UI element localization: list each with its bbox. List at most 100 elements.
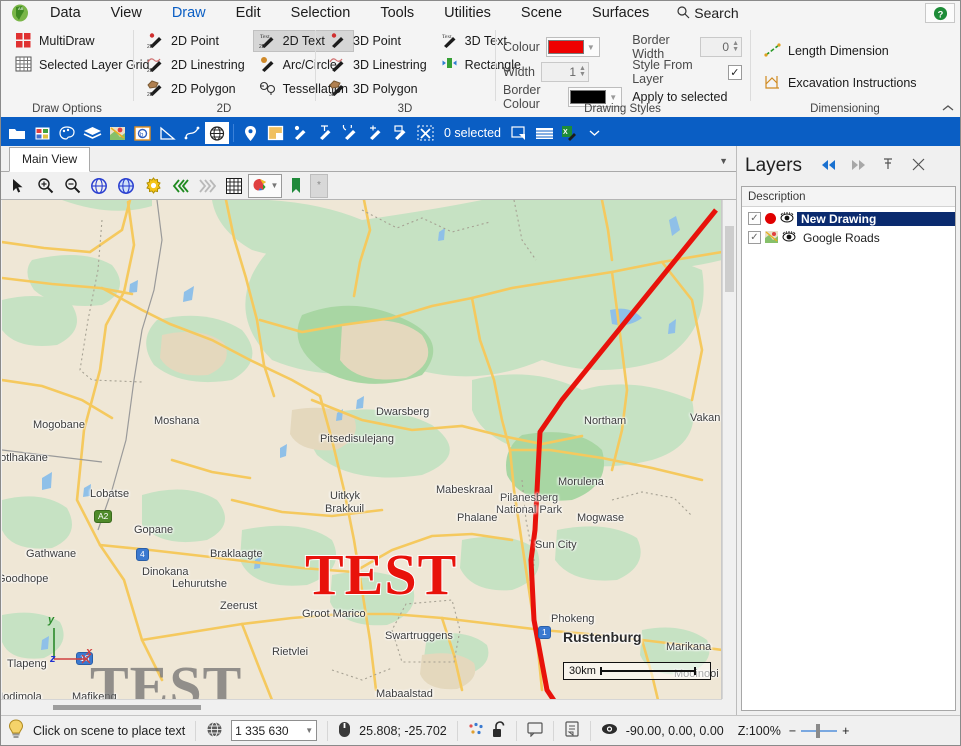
horizontal-scroll-thumb[interactable] [53,705,201,710]
select-scale-icon[interactable] [388,122,412,144]
zoom-out-button[interactable]: − [789,724,796,738]
unlock-icon[interactable] [492,720,506,741]
clear-selection-icon[interactable] [413,122,437,144]
message-icon[interactable] [527,721,543,740]
ribbon-tab-draw[interactable]: Draw [157,2,221,27]
close-icon[interactable] [908,158,928,175]
globe-icon[interactable] [205,122,229,144]
zoom-level-label: Z:100% [737,723,781,738]
ribbon-tab-tools[interactable]: Tools [365,2,429,25]
3d-polygon-button[interactable]: 3D 3D Polygon [323,78,433,100]
table-icon[interactable] [533,122,557,144]
bookmark-icon[interactable] [283,174,309,198]
selection-box-icon[interactable] [508,122,532,144]
text-annotation-red[interactable]: TEST [304,541,457,608]
chevron-down-icon[interactable]: ▼ [305,726,313,735]
eye-icon[interactable] [780,212,794,225]
stepper-arrows-icon[interactable]: ▲ ▼ [732,40,739,53]
spline-icon[interactable] [180,122,204,144]
globe-icon[interactable] [206,721,223,741]
excavation-instructions-button[interactable]: Excavation Instructions [758,72,923,94]
ribbon-tab-surfaces[interactable]: Surfaces [577,2,664,25]
layer-row-new-drawing[interactable]: ✓ New Drawing [742,209,955,228]
map-vertical-scrollbar[interactable] [722,200,736,699]
excel-icon[interactable]: X [558,122,582,144]
select-add-icon[interactable] [363,122,387,144]
select-rotate-icon[interactable] [338,122,362,144]
length-dimension-button[interactable]: Length Dimension [758,40,923,62]
ribbon-collapse-button[interactable] [942,103,954,115]
map-canvas[interactable]: Mogobane Moshana Lotlhakane Lobatse Gopane Ga… [2,200,722,699]
zoom-in-button[interactable]: + [842,724,849,738]
road-shield-1: 1 [538,626,551,639]
colour-picker[interactable]: ▼ [545,37,600,57]
pin-icon[interactable] [238,122,262,144]
style-from-layer-checkbox[interactable]: ✓ [727,64,742,80]
3d-point-button[interactable]: 3D Point [323,30,433,52]
star-icon[interactable]: * [310,173,328,198]
layer-visibility-checkbox[interactable]: ✓ [748,231,761,244]
globe-blue-icon[interactable] [86,174,112,198]
style-from-layer-row[interactable]: Style From Layer ✓ [632,58,742,86]
zoom-slider[interactable]: − + [789,723,849,738]
ribbon-tab-utilities[interactable]: Utilities [429,2,506,25]
map-horizontal-scrollbar[interactable] [1,699,722,715]
2d-point-button[interactable]: 2D 2D Point [141,30,251,52]
border-width-stepper[interactable]: 0 ▲ ▼ [700,37,742,57]
width-stepper[interactable]: 1 ▲ ▼ [540,62,589,82]
ribbon-tab-view[interactable]: View [96,2,157,25]
zoom-in-icon[interactable] [32,174,58,198]
snap-points-icon[interactable] [468,722,484,739]
view-tab-overflow-chevron-down-icon[interactable]: ▼ [719,156,728,166]
zoom-slider-track[interactable] [801,723,838,738]
point-3d-icon [329,32,348,50]
vertical-scroll-thumb[interactable] [725,226,734,292]
3d-linestring-button[interactable]: 3D Linestring [323,54,433,76]
layers-icon[interactable] [80,122,104,144]
page-icon[interactable] [263,122,287,144]
palette-icon[interactable] [55,122,79,144]
google-map-icon[interactable] [105,122,129,144]
pin-icon[interactable] [878,157,898,175]
layer-visibility-checkbox[interactable]: ✓ [748,212,761,225]
collapse-left-icon[interactable] [818,158,838,175]
text-annotation-gray[interactable]: TEST [90,653,242,699]
select-move-icon[interactable] [313,122,337,144]
ribbon-tab-selection[interactable]: Selection [276,2,366,25]
triangle-icon[interactable] [155,122,179,144]
2d-linestring-button[interactable]: 2D 2D Linestring [141,54,251,76]
scale-combo[interactable]: 1 335 630 ▼ [231,720,318,741]
rewind-icon[interactable] [167,174,193,198]
gear-icon[interactable] [140,174,166,198]
select-point-icon[interactable] [288,122,312,144]
fast-forward-icon[interactable] [194,174,220,198]
stepper-arrows-icon[interactable]: ▲ ▼ [579,65,586,78]
toolbar-overflow-chevron-down-icon[interactable] [583,122,607,144]
chevron-down-icon[interactable]: ▼ [271,181,279,190]
chevron-down-icon[interactable]: ▼ [606,93,620,102]
database-icon[interactable] [30,122,54,144]
note-icon[interactable] [564,721,580,740]
2d-polygon-button[interactable]: 2D 2D Polygon [141,78,251,100]
ribbon-tab-data[interactable]: Data [35,2,96,25]
cursor-icon[interactable] [5,174,31,198]
palette-dropdown-button[interactable]: ▼ [248,173,282,198]
globe-blue-alt-icon[interactable] [113,174,139,198]
ribbon-tab-edit[interactable]: Edit [221,2,276,25]
axis-label-x: x [86,646,93,658]
eye-icon[interactable] [782,231,796,244]
chevron-down-icon[interactable]: ▼ [584,43,598,52]
block-model-icon[interactable]: b [130,122,154,144]
layer-row-google-roads[interactable]: ✓ Google Roads [742,228,955,247]
grid-icon[interactable] [221,174,247,198]
help-button[interactable]: ? [925,3,955,23]
3d-point-label: 3D Point [353,34,401,48]
ribbon-tab-scene[interactable]: Scene [506,2,577,25]
ribbon-search[interactable]: Search [676,5,739,22]
eye-icon[interactable] [601,723,618,738]
zoom-out-icon[interactable] [59,174,85,198]
zoom-slider-knob[interactable] [816,723,821,738]
tab-main-view[interactable]: Main View [9,147,91,172]
collapse-right-icon[interactable] [848,158,868,175]
open-folder-icon[interactable] [5,122,29,144]
